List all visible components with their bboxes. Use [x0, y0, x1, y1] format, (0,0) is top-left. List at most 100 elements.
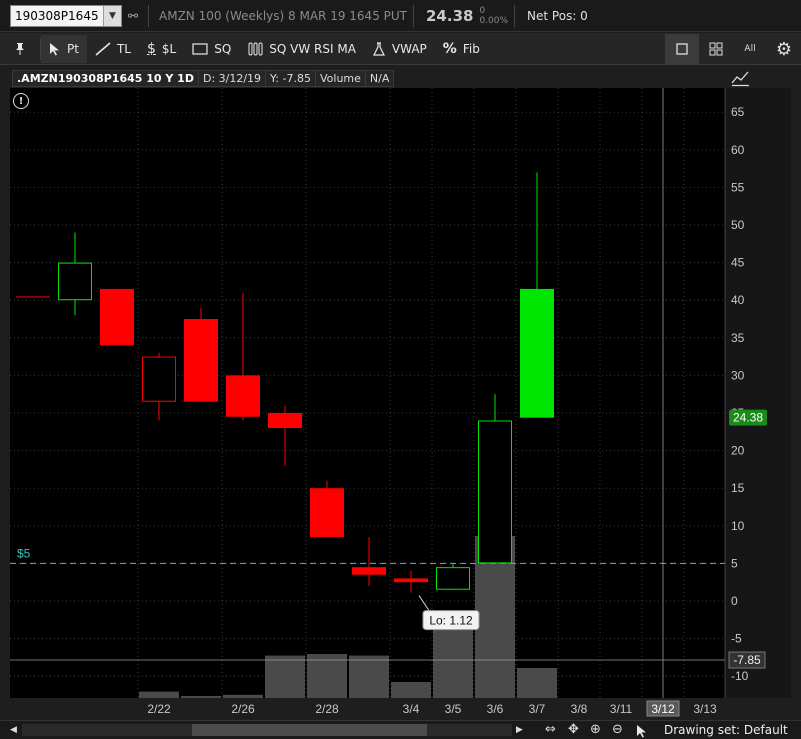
x-tick-label: 3/7: [529, 702, 546, 716]
fibonacci-button[interactable]: % Fib: [435, 35, 488, 63]
drawing-toolbar: Pt TL $ $L SQ SQ VW RSI MA VWAP % Fib Al…: [0, 33, 801, 65]
chart-header: .AMZN190308P1645 10 Y 1D D: 3/12/19 Y: -…: [12, 70, 395, 87]
pin-icon: [16, 42, 24, 55]
y-tick-label: 35: [731, 331, 745, 345]
zoom-out-icon[interactable]: ⊖: [612, 722, 623, 737]
cursor-arrow-icon: [50, 42, 59, 55]
horizontal-scrollbar[interactable]: [22, 724, 512, 736]
volume-bar: [391, 682, 431, 698]
all-label: All: [744, 44, 756, 54]
drawing-set-label[interactable]: Drawing set: Default: [664, 723, 788, 737]
y-tick-label: 40: [731, 293, 745, 307]
vwap-button[interactable]: VWAP: [364, 35, 435, 63]
last-price: 24.38: [426, 6, 474, 25]
y-tick-label: 0: [731, 594, 738, 608]
link-icon[interactable]: ⚯: [128, 6, 142, 26]
cursor-icon[interactable]: [636, 724, 648, 738]
y-tick-label: 15: [731, 481, 745, 495]
candle-body: [352, 567, 386, 575]
candle-body: [310, 488, 344, 538]
grid-icon: [709, 42, 723, 56]
scrollbar-thumb[interactable]: [192, 724, 427, 736]
divider: [413, 4, 414, 27]
x-tick-label: 2/26: [231, 702, 255, 716]
symbol-input[interactable]: 190308P1645 ▼: [10, 4, 122, 27]
volume-label: Volume: [316, 71, 366, 86]
candle-body: [478, 420, 512, 564]
beaker-icon: [372, 41, 385, 56]
vwap-label: VWAP: [391, 41, 427, 56]
single-layout-button[interactable]: [665, 34, 699, 64]
last-price-label: 24.38: [733, 411, 763, 425]
scroll-right-icon[interactable]: ▶: [516, 725, 523, 735]
candle-body: [436, 567, 470, 590]
y-tick-label: 50: [731, 218, 745, 232]
instrument-description: AMZN 100 (Weeklys) 8 MAR 19 1645 PUT: [159, 8, 407, 23]
layout-controls: All ⚙: [665, 33, 801, 65]
x-tick-label: 3/8: [571, 702, 588, 716]
candle-body: [226, 375, 260, 417]
expand-width-icon[interactable]: ⇔: [545, 722, 556, 737]
bottom-bar: ◀ ▶ ⇔ ✥ ⊕ ⊖ Drawing set: Default: [0, 720, 801, 739]
x-tick-label: 3/12: [651, 702, 675, 716]
candle-body: [394, 578, 428, 583]
zoom-in-icon[interactable]: ⊕: [590, 722, 601, 737]
y-tick-label: 5: [731, 556, 738, 570]
alert-icon[interactable]: !: [13, 93, 29, 109]
fibonacci-label: Fib: [462, 41, 480, 56]
pan-icon[interactable]: ✥: [568, 722, 579, 737]
candle-body: [16, 296, 50, 298]
volume-bar: [349, 655, 389, 698]
y-tick-label: 25: [731, 406, 745, 420]
price-chart[interactable]: 65605550454035302520151050-5-102/22 2/26 2…: [0, 0, 801, 739]
volume-bar: [433, 620, 473, 698]
studies-button[interactable]: SQ VW RSI MA: [239, 35, 364, 63]
rectangle-tool-button[interactable]: SQ: [184, 35, 239, 63]
x-tick-label: 3/6: [487, 702, 504, 716]
y-tick-label: 65: [731, 105, 745, 119]
pointer-tool-label: Pt: [67, 41, 79, 56]
price-change: 0 0.00%: [479, 6, 508, 26]
settings-button[interactable]: ⚙: [767, 34, 801, 64]
rectangle-tool-label: SQ: [214, 41, 232, 56]
y-tick-label: 60: [731, 143, 745, 157]
y-tick-label: -5: [731, 632, 742, 646]
percent-change: 0.00%: [479, 15, 509, 26]
y-axis-panel: [725, 88, 791, 698]
price-level-label: $5: [17, 546, 31, 560]
trendline-tool-button[interactable]: TL: [87, 35, 139, 63]
volume-bar: [181, 696, 221, 698]
all-button[interactable]: All: [733, 34, 767, 64]
price-level-tool-label: $L: [161, 41, 177, 56]
pointer-tool-button[interactable]: Pt: [41, 34, 87, 63]
pin-button[interactable]: [0, 35, 40, 63]
dollar-line-icon: $: [146, 40, 156, 57]
y-tick-label: 30: [731, 368, 745, 382]
scroll-left-icon[interactable]: ◀: [10, 725, 17, 735]
net-change: 0: [479, 5, 486, 16]
y-tick-label: 45: [731, 256, 745, 270]
chevron-down-icon[interactable]: ▼: [103, 5, 121, 26]
quote-bar: 190308P1645 ▼ ⚯ AMZN 100 (Weeklys) 8 MAR…: [0, 0, 801, 32]
y-tick-label: 20: [731, 444, 745, 458]
percent-icon: %: [442, 40, 457, 57]
divider: [148, 4, 149, 27]
volume-value: N/A: [369, 72, 390, 85]
symbol-text: 190308P1645: [15, 8, 99, 23]
crosshair-value-badge: [728, 651, 766, 669]
gear-icon: ⚙: [775, 38, 793, 60]
volume-bar: [475, 536, 515, 698]
divider: [514, 4, 516, 27]
crosshair-date-badge: [646, 700, 680, 717]
price-level-tool-button[interactable]: $ $L: [139, 35, 184, 63]
flask-tubes-icon: [248, 42, 263, 55]
trendline-tool-label: TL: [116, 41, 131, 56]
chart-style-icon[interactable]: [731, 69, 751, 87]
candle-body: [184, 319, 218, 402]
candle-body: [142, 356, 176, 402]
volume-bar: [223, 694, 263, 698]
y-tick-label: 10: [731, 519, 745, 533]
last-price-badge: [729, 409, 767, 426]
grid-layout-button[interactable]: [699, 34, 733, 64]
plot-background: [10, 88, 725, 698]
